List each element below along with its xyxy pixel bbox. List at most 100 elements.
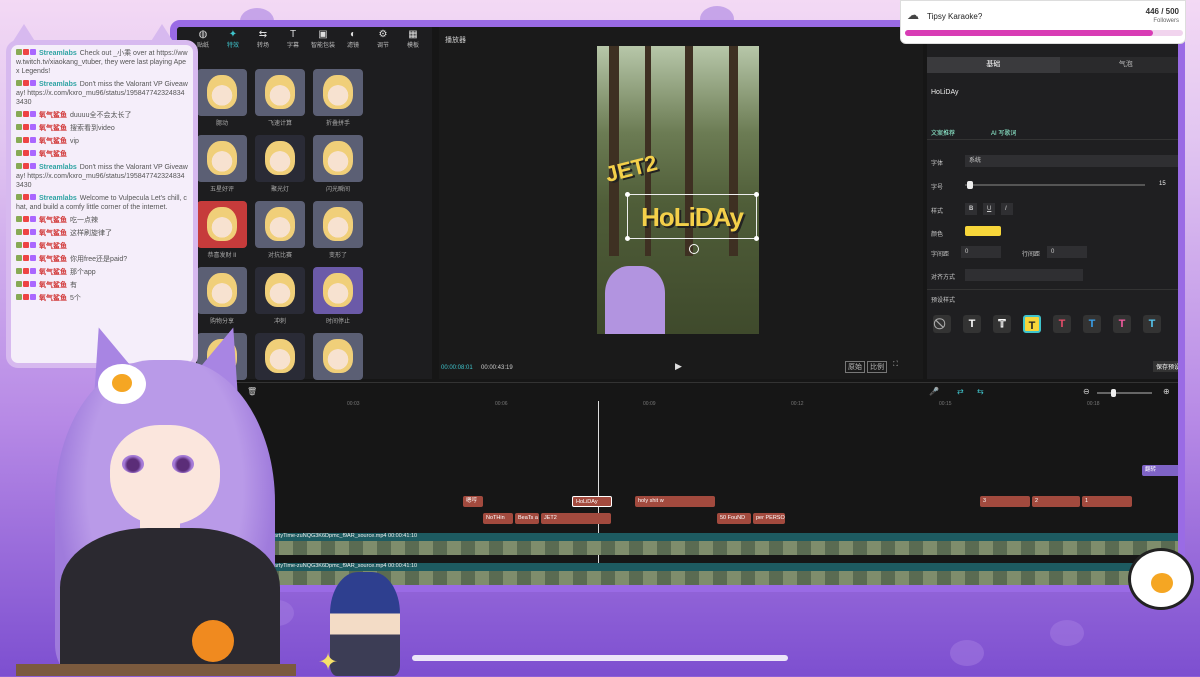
size-slider-thumb[interactable] [967, 181, 973, 189]
preset-style[interactable]: T [993, 315, 1011, 333]
rotate-handle[interactable] [689, 244, 699, 254]
ai-lyrics-button[interactable]: AI 写歌词 [991, 128, 1016, 137]
tab-effects[interactable]: ✦ 特效 [221, 29, 245, 49]
size-value[interactable]: 15 [1159, 181, 1166, 187]
chat-username[interactable]: 氧气鲨鱼 [39, 295, 67, 302]
text-clip[interactable]: per PERSO [753, 513, 785, 524]
text-clip[interactable]: JET2 [541, 513, 611, 524]
text-clip[interactable]: holy shit w [635, 496, 715, 507]
badge-icon [30, 49, 36, 55]
chat-username[interactable]: Streamlabs [39, 50, 77, 57]
chat-username[interactable]: 氧气鲨鱼 [39, 269, 67, 276]
save-preset-button[interactable]: 保存预设 [1153, 361, 1178, 372]
text-clip[interactable]: NoTHin [483, 513, 513, 524]
chat-username[interactable]: Streamlabs [39, 81, 77, 88]
preset-style[interactable]: T [1143, 315, 1161, 333]
size-label: 字号 [931, 185, 944, 191]
snap-icon[interactable]: ⇆ [977, 387, 984, 396]
preset-style[interactable]: T [1083, 315, 1101, 333]
video-track[interactable]: letterClintPartyTime-zuNQG3K6Dpmc_f9AR_s… [237, 533, 1178, 555]
text-clip-selected[interactable]: HoLiDAy [572, 496, 612, 507]
line-spacing-input[interactable]: 0 [1047, 246, 1087, 258]
align-buttons[interactable] [965, 269, 1083, 281]
chat-username[interactable]: 氧气鲨鱼 [39, 217, 67, 224]
video-editor-window: ◍ 贴纸 ✦ 特效 ⇆ 转场 T 字幕 ▣ 智能包装 ◐ 滤镜 ⚙ 调节 ▦ 模板 腮动 飞速计算 折叠拼手 五星好… [170, 20, 1185, 592]
text-content-field[interactable]: HoLiDAy [931, 89, 959, 96]
chat-username[interactable]: 氧气鲨鱼 [39, 138, 67, 145]
chat-username[interactable]: Streamlabs [39, 164, 77, 171]
chat-username[interactable]: 氧气鲨鱼 [39, 282, 67, 289]
chat-badges [16, 216, 37, 225]
effect-item[interactable]: 对抗比赛 [255, 201, 305, 259]
underline-button[interactable]: U [983, 203, 995, 215]
tab-adjust[interactable]: ⚙ 调节 [371, 29, 395, 49]
text-clip[interactable]: 嗯哼 [463, 496, 483, 507]
resize-handle[interactable] [625, 236, 630, 241]
zoom-slider-thumb[interactable] [1111, 389, 1116, 397]
effect-item[interactable]: 飞速计算 [255, 69, 305, 127]
effect-item[interactable]: 时间停止 [313, 267, 363, 325]
chat-username[interactable]: 氧气鲨鱼 [39, 112, 67, 119]
effect-item[interactable]: 腮动 [197, 69, 247, 127]
chat-username[interactable]: 氧气鲨鱼 [39, 125, 67, 132]
effect-item[interactable]: 折叠拼手 [313, 69, 363, 127]
delete-icon[interactable]: 🗑 [247, 387, 257, 396]
fullscreen-icon[interactable]: ⛶ [891, 361, 900, 369]
bold-button[interactable]: B [965, 203, 977, 215]
effect-item[interactable]: 购物分享 [197, 267, 247, 325]
chat-username[interactable]: Streamlabs [39, 195, 77, 202]
text-clip[interactable]: 2 [1032, 496, 1080, 507]
font-select[interactable]: 系统 [965, 155, 1178, 167]
text-clip[interactable]: 1 [1082, 496, 1132, 507]
preset-style[interactable]: T [963, 315, 981, 333]
effect-clip[interactable]: 翻转 [1142, 465, 1178, 476]
chat-username[interactable]: 氧气鲨鱼 [39, 230, 67, 237]
home-indicator[interactable] [412, 655, 788, 661]
effect-item[interactable]: 聚光灯 [255, 135, 305, 193]
effect-label: 折叠拼手 [325, 121, 350, 127]
color-swatch[interactable] [965, 226, 1001, 236]
effect-item[interactable]: 冲刺 [255, 267, 305, 325]
chat-username[interactable]: 氧气鲨鱼 [39, 151, 67, 158]
text-clip[interactable]: 3 [980, 496, 1030, 507]
tab-transition[interactable]: ⇆ 转场 [251, 29, 275, 49]
effect-item[interactable]: 恭喜发财 II [197, 201, 247, 259]
effect-item[interactable]: 五星好评 [197, 135, 247, 193]
size-slider[interactable] [965, 181, 1145, 189]
preset-style[interactable]: T [1113, 315, 1131, 333]
link-icon[interactable]: ⇄ [957, 387, 964, 396]
chat-username[interactable]: 氧气鲨鱼 [39, 243, 67, 250]
tab-basic[interactable]: 基础 [927, 57, 1060, 73]
preset-style-selected[interactable]: T [1023, 315, 1041, 333]
resize-handle[interactable] [625, 192, 630, 197]
italic-button[interactable]: I [1001, 203, 1013, 215]
preset-style[interactable]: T [1053, 315, 1071, 333]
video-preview[interactable]: JET2 HoLiDAy [597, 46, 759, 334]
play-icon[interactable]: ▶ [675, 361, 682, 372]
zoom-out-icon[interactable]: ⊖ [1083, 387, 1090, 396]
copy-suggest-button[interactable]: 文案推荐 [931, 128, 955, 137]
text-clip[interactable]: 50 FouND [717, 513, 751, 524]
original-button[interactable]: 原始 [845, 361, 865, 373]
zoom-slider[interactable] [1097, 389, 1152, 397]
font-label: 字体 [931, 161, 944, 167]
tab-template[interactable]: ▦ 模板 [401, 29, 425, 49]
microphone-icon[interactable]: 🎤 [929, 387, 939, 396]
overlay-text-holiday[interactable]: HoLiDAy [627, 194, 757, 239]
effect-item[interactable]: 闪光瞬间 [313, 135, 363, 193]
badge-icon [23, 137, 29, 143]
resize-handle[interactable] [754, 236, 759, 241]
ratio-button[interactable]: 比例 [867, 361, 887, 373]
resize-handle[interactable] [754, 192, 759, 197]
effect-item[interactable]: 变形了 [313, 201, 363, 259]
char-spacing-input[interactable]: 0 [961, 246, 1001, 258]
vtuber-avatar-body [60, 528, 280, 676]
tab-subtitle[interactable]: T 字幕 [281, 29, 305, 49]
zoom-in-icon[interactable]: ⊕ [1163, 387, 1170, 396]
tab-filter[interactable]: ◐ 滤镜 [341, 29, 365, 49]
text-clip[interactable]: BeaTs a [515, 513, 539, 524]
tab-bubble[interactable]: 气泡 [1059, 57, 1178, 73]
chat-username[interactable]: 氧气鲨鱼 [39, 256, 67, 263]
tab-package[interactable]: ▣ 智能包装 [311, 29, 335, 49]
no-style-icon[interactable]: ⃠ [933, 315, 951, 333]
